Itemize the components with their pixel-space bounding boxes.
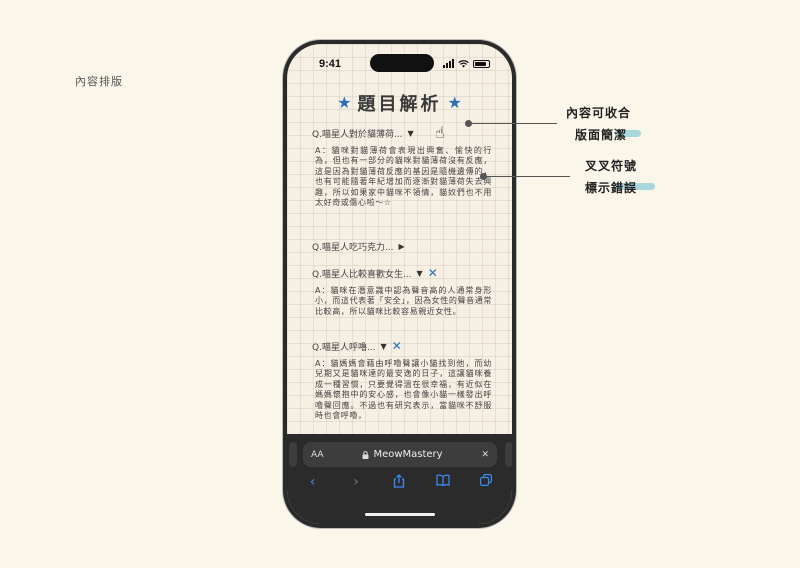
signal-icon [443,59,454,68]
page-label: 內容排版 [75,75,123,88]
question-toggle[interactable]: Q.喵星人對於貓薄荷... ▼ [312,126,492,140]
answer-text: A：貓咪在潛意識中認為聲音高的人通常身形小，而這代表著「安全」，因為女性的聲音通… [315,286,492,316]
question-toggle[interactable]: Q.喵星人吃巧克力... ▶ [312,239,492,253]
lock-icon [362,450,369,459]
star-icon: ★ [447,93,462,112]
answer-text: A：貓媽媽會藉由呼嚕聲讓小貓找到他，而幼兒期又是貓咪達的最安逸的日子，這讓貓咪養… [315,359,492,421]
browser-toolbar: ‹ › [287,474,512,492]
close-icon[interactable]: ✕ [481,450,489,460]
home-indicator [365,513,435,516]
prev-tab-peek[interactable] [289,442,297,467]
wrong-mark-icon: ✕ [391,339,402,353]
url-display[interactable]: MeowMastery [362,449,443,460]
page-title: 題目解析 [357,94,442,115]
title-row: ★ 題目解析 ★ [287,90,512,116]
bookmarks-icon[interactable] [431,474,455,492]
annotation-collapsible-title: 內容可收合 [566,106,632,120]
question-item: Q.喵星人對於貓薄荷... ▼ A：貓咪對貓薄荷會表現出興奮、愉快的行為，但也有… [312,126,492,208]
question-item: Q.喵星人吃巧克力... ▶ [312,239,492,253]
question-text: Q.喵星人呼嚕... [312,342,376,353]
question-item: Q.喵星人呼嚕... ▼ ✕ A：貓媽媽會藉由呼嚕聲讓小貓找到他，而幼兒期又是貓… [312,339,492,421]
annotation-collapsible-desc: 版面簡潔 [575,128,628,142]
phone-screen: 9:41 ★ 題目解析 ★ Q.喵星人對於貓薄荷... ▼ A：貓咪對貓薄荷會表… [287,44,512,524]
dynamic-island [370,54,434,72]
back-icon[interactable]: ‹ [301,474,325,492]
question-text: Q.喵星人吃巧克力... [312,242,394,253]
caret-down-icon[interactable]: ▼ [417,269,423,278]
question-text: Q.喵星人比較喜歡女生... [312,269,412,280]
browser-bar: AA MeowMastery ✕ ‹ › [287,434,512,524]
question-text: Q.喵星人對於貓薄荷... [312,129,403,140]
star-icon: ★ [337,93,352,112]
answer-text: A：貓咪對貓薄荷會表現出興奮、愉快的行為，但也有一部分的貓咪對貓薄荷沒有反應，這… [315,146,492,208]
next-tab-peek[interactable] [505,442,512,467]
question-item: Q.喵星人比較喜歡女生... ▼ ✕ A：貓咪在潛意識中認為聲音高的人通常身形小… [312,266,492,317]
caret-down-icon[interactable]: ▼ [408,129,414,138]
annotation-leader-line [484,176,570,177]
forward-icon[interactable]: › [344,474,368,492]
tabs-icon[interactable] [474,474,498,492]
caret-down-icon[interactable]: ▼ [381,342,387,351]
annotation-wrong-mark-desc: 標示錯誤 [585,181,638,195]
annotation-leader-line [469,123,557,124]
battery-icon [473,60,490,68]
caret-right-icon[interactable]: ▶ [399,242,405,251]
status-time: 9:41 [319,58,342,70]
question-toggle[interactable]: Q.喵星人比較喜歡女生... ▼ ✕ [312,266,492,280]
annotation-wrong-mark-title: 叉叉符號 [585,159,638,173]
hand-cursor-icon: ☝ [435,123,445,142]
phone-frame: 9:41 ★ 題目解析 ★ Q.喵星人對於貓薄荷... ▼ A：貓咪對貓薄荷會表… [283,40,516,528]
wrong-mark-icon: ✕ [427,266,438,280]
share-icon[interactable] [387,474,411,492]
address-bar[interactable]: AA MeowMastery ✕ [303,442,497,467]
status-bar: 9:41 [287,44,512,78]
status-icons [443,59,490,68]
text-size-button[interactable]: AA [311,450,324,460]
url-text: MeowMastery [373,449,443,460]
wifi-icon [458,60,469,68]
question-toggle[interactable]: Q.喵星人呼嚕... ▼ ✕ [312,339,492,353]
